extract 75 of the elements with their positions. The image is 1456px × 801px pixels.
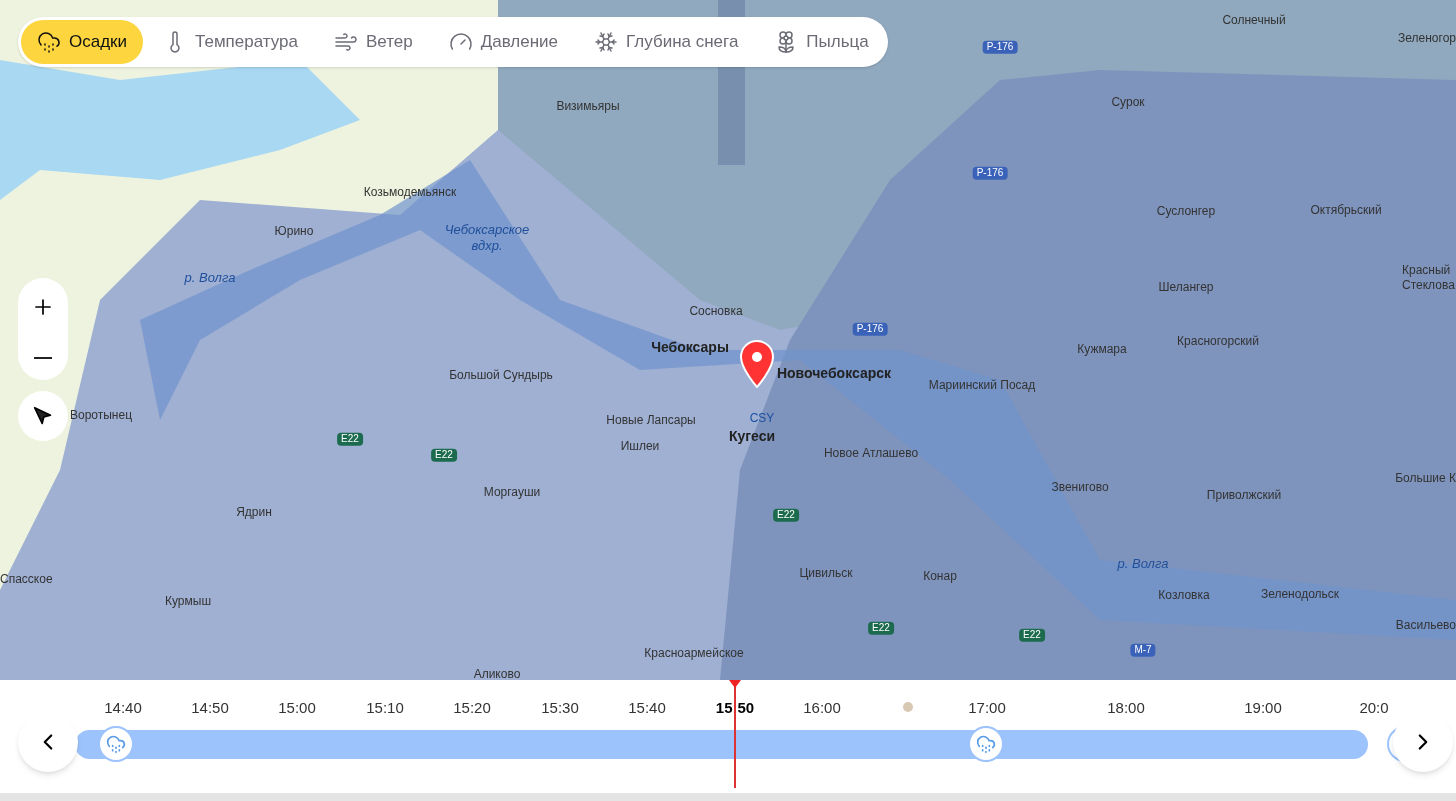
place-label: Моргауши: [483, 484, 541, 500]
time-label[interactable]: 19:00: [1244, 697, 1282, 720]
city-label: Новочебоксарск: [776, 365, 892, 383]
place-label: Сосновка: [689, 303, 743, 319]
place-label: Красноармейское: [644, 645, 744, 661]
time-label[interactable]: 15:10: [366, 697, 404, 720]
water-label: р. Волга: [183, 269, 237, 287]
current-time-marker-icon: [729, 680, 741, 688]
place-label: Аликово: [473, 666, 521, 680]
time-label[interactable]: 15:30: [541, 697, 579, 720]
road-sign: Р-176: [982, 40, 1018, 54]
layer-tab[interactable]: Давление: [432, 20, 575, 64]
time-label[interactable]: 14:40: [104, 697, 142, 720]
time-label[interactable]: 14:50: [191, 697, 229, 720]
minus-icon: [34, 357, 52, 359]
layer-tab[interactable]: Осадки: [21, 20, 144, 64]
location-arrow-icon: [33, 406, 53, 426]
place-label: Приволжский: [1206, 487, 1282, 503]
layer-tab[interactable]: Пыльца: [758, 20, 885, 64]
place-label: Козловка: [1158, 587, 1210, 603]
airport-label: CSY: [749, 410, 775, 426]
road-sign: Р-176: [972, 166, 1008, 180]
place-label: Солнечный: [1222, 12, 1286, 28]
layer-tab[interactable]: Температура: [147, 20, 314, 64]
place-label: Визимьяры: [556, 98, 620, 114]
timeline-track[interactable]: [75, 730, 1368, 759]
place-label: Шелангер: [1158, 279, 1214, 295]
place-label: Красный Стеклова: [1402, 263, 1456, 293]
water-label: р. Волга: [1116, 555, 1170, 573]
time-label[interactable]: 17:00: [968, 697, 1006, 720]
road-sign: Р-176: [852, 322, 888, 336]
place-label: Цивильск: [799, 565, 853, 581]
place-label: Октябрьский: [1310, 202, 1382, 218]
city-label: Чебоксары: [651, 339, 729, 357]
route-sign: E22: [1019, 628, 1045, 642]
place-label: Зеленодольск: [1260, 586, 1340, 602]
place-label: Курмыш: [165, 593, 211, 609]
place-label: Спасское: [0, 571, 53, 587]
layer-tab[interactable]: Глубина снега: [578, 20, 755, 64]
place-label: Кужмара: [1077, 341, 1127, 357]
layer-tab[interactable]: Ветер: [318, 20, 429, 64]
place-label: Мариинский Посад: [928, 377, 1036, 393]
place-label: Васильево: [1395, 617, 1456, 633]
locate-button[interactable]: [18, 391, 68, 441]
time-label[interactable]: 20:0: [1359, 697, 1389, 720]
time-label[interactable]: 15:00: [278, 697, 316, 720]
route-sign: E22: [868, 621, 894, 635]
place-label: Зеленогор: [1398, 30, 1456, 46]
location-pin-icon[interactable]: [740, 340, 774, 388]
road-sign: М-7: [1130, 643, 1156, 657]
place-label: Звенигово: [1051, 479, 1109, 495]
place-label: Новые Лапсары: [606, 412, 696, 428]
time-label[interactable]: 15:40: [628, 697, 666, 720]
time-label[interactable]: 15:20: [453, 697, 491, 720]
water-label: Чебоксарское вдхр.: [443, 221, 531, 255]
route-sign: E22: [773, 508, 799, 522]
place-label: Сурок: [1111, 94, 1145, 110]
place-label: Ядрин: [236, 504, 272, 520]
city-label: Кугеси: [728, 428, 776, 446]
snowflake-icon: [594, 30, 619, 54]
wind-icon: [334, 30, 358, 54]
place-label: Красногорский: [1177, 333, 1259, 349]
place-label: Воротынец: [69, 407, 133, 423]
place-label: Конар: [923, 568, 957, 584]
route-sign: E22: [431, 448, 457, 462]
place-label: Новое Атлашево: [823, 445, 919, 461]
place-label: Юрино: [274, 223, 314, 239]
place-label: Большие К: [1395, 470, 1456, 486]
rain-cloud-icon: [37, 30, 61, 54]
time-label[interactable]: 18:00: [1107, 697, 1145, 720]
time-label[interactable]: 16:00: [803, 697, 841, 720]
place-label: Ишлеи: [620, 438, 660, 454]
place-label: Большой Сундырь: [449, 367, 553, 383]
place-label: Суслонгер: [1156, 203, 1216, 219]
route-sign: E22: [337, 432, 363, 446]
